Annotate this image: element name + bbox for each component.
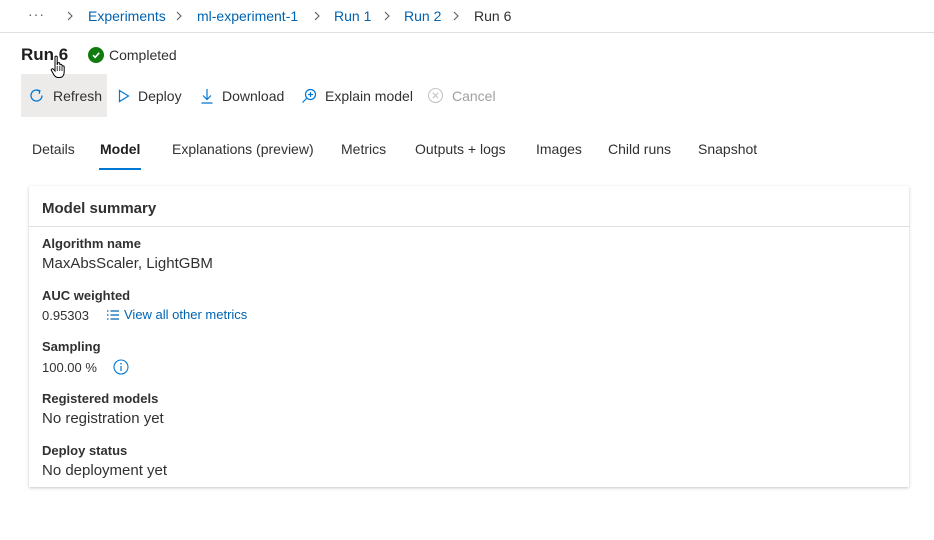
deploy-label: Deploy (138, 87, 182, 104)
breadcrumb-experiments[interactable]: Experiments (88, 8, 166, 24)
download-button[interactable]: Download (200, 74, 284, 117)
tab-metrics[interactable]: Metrics (341, 141, 386, 157)
deploy-status-label: Deploy status (42, 443, 128, 458)
more-icon[interactable]: ··· (28, 6, 45, 22)
auc-weighted-value: 0.95303 (42, 308, 89, 323)
list-icon (107, 309, 119, 320)
tab-outputs-logs[interactable]: Outputs + logs (415, 141, 506, 157)
explain-model-label: Explain model (325, 87, 413, 104)
tab-images[interactable]: Images (536, 141, 582, 157)
tab-explanations[interactable]: Explanations (preview) (172, 141, 314, 157)
chevron-right-icon (384, 11, 390, 21)
tab-snapshot[interactable]: Snapshot (698, 141, 757, 157)
card-header: Model summary (29, 186, 909, 227)
chevron-right-icon (176, 11, 182, 21)
view-all-metrics-link[interactable]: View all other metrics (106, 307, 247, 322)
card-title: Model summary (42, 200, 157, 217)
view-all-metrics-label: View all other metrics (124, 307, 248, 322)
cancel-button: Cancel (427, 74, 496, 117)
auc-weighted-label: AUC weighted (42, 288, 131, 303)
registered-models-label: Registered models (42, 391, 159, 406)
registered-models-value: No registration yet (42, 410, 164, 427)
refresh-icon (30, 89, 43, 102)
model-summary-card: Model summary Algorithm name MaxAbsScale… (29, 186, 909, 487)
explain-model-button[interactable]: Explain model (301, 74, 413, 117)
active-tab-indicator (99, 168, 141, 170)
hand-cursor-icon (50, 55, 65, 78)
download-label: Download (222, 87, 285, 104)
chevron-right-icon (314, 11, 320, 21)
deploy-status-value: No deployment yet (42, 462, 168, 479)
algorithm-name-value: MaxAbsScaler, LightGBM (42, 255, 213, 272)
tab-bar: Details Model Explanations (preview) Met… (0, 138, 934, 174)
algorithm-name-label: Algorithm name (42, 236, 141, 251)
status-badge: Completed (88, 47, 177, 63)
breadcrumb-ml-experiment-1[interactable]: ml-experiment-1 (197, 8, 298, 24)
tab-child-runs[interactable]: Child runs (608, 141, 671, 157)
download-icon (201, 88, 213, 104)
play-icon (118, 88, 130, 103)
sampling-value: 100.00 % (42, 360, 97, 375)
breadcrumb: ··· Experiments ml-experiment-1 Run 1 Ru… (0, 0, 934, 33)
deploy-button[interactable]: Deploy (118, 74, 182, 117)
tab-details[interactable]: Details (32, 141, 75, 157)
chevron-right-icon (67, 11, 73, 21)
chevron-right-icon (453, 11, 459, 21)
status-text: Completed (109, 47, 177, 63)
check-icon (88, 47, 104, 63)
cancel-icon (427, 87, 444, 104)
breadcrumb-run-2[interactable]: Run 2 (404, 8, 441, 24)
refresh-label: Refresh (53, 87, 103, 104)
info-icon[interactable] (113, 359, 129, 375)
tab-model[interactable]: Model (100, 141, 140, 157)
cancel-label: Cancel (452, 87, 496, 104)
zoom-in-icon (302, 88, 317, 103)
breadcrumb-run-6: Run 6 (474, 8, 512, 24)
breadcrumb-run-1[interactable]: Run 1 (334, 8, 371, 24)
sampling-label: Sampling (42, 339, 101, 354)
